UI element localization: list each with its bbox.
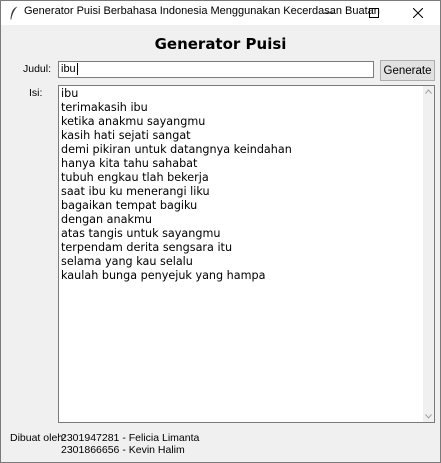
poem-line: demi pikiran untuk datangnya keindahan [61, 143, 292, 156]
scroll-down-icon[interactable] [425, 414, 432, 419]
credits-label: Dibuat oleh: [10, 432, 67, 444]
generate-button[interactable]: Generate [380, 60, 435, 81]
author-line: 2301947281 - Felicia Limanta [61, 432, 200, 444]
close-icon [413, 8, 423, 18]
poem-line: saat ibu ku menerangi liku [61, 185, 210, 198]
judul-label: Judul: [23, 63, 52, 75]
judul-input[interactable]: ibu [58, 61, 374, 78]
feather-icon [10, 6, 18, 20]
close-button[interactable] [396, 1, 440, 25]
maximize-button[interactable] [352, 1, 396, 25]
author-line: 2301866656 - Kevin Halim [61, 444, 185, 456]
app-window: Generator Puisi Berbahasa Indonesia Meng… [0, 0, 441, 463]
poem-line: tubuh engkau tlah bekerja [61, 171, 209, 184]
poem-line: kasih hati sejati sangat [61, 129, 191, 142]
page-title: Generator Puisi [154, 35, 287, 53]
minimize-button[interactable] [307, 1, 351, 25]
poem-line: ibu [61, 87, 79, 100]
poem-line: bagaikan tempat bagiku [61, 199, 198, 212]
isi-label: Isi: [29, 87, 43, 99]
scroll-up-icon[interactable] [425, 89, 432, 94]
poem-line: terpendam derita sengsara itu [61, 241, 233, 254]
credits: 2301947281 - Felicia Limanta 2301866656 … [61, 432, 199, 456]
text-caret [76, 63, 78, 76]
poem-textarea[interactable]: ibu terimakasih ibu ketika anakmu sayangmu… [58, 85, 435, 423]
poem-line: atas tangis untuk sayangmu [61, 227, 221, 240]
minimize-icon [324, 12, 334, 14]
poem-line: terimakasih ibu [61, 101, 148, 114]
poem-line: selama yang kau selalu [61, 255, 193, 268]
poem-line: ketika anakmu sayangmu [61, 115, 206, 128]
poem-line: dengan anakmu [61, 213, 152, 226]
poem-line: hanya kita tahu sahabat [61, 157, 198, 170]
title-bar[interactable]: Generator Puisi Berbahasa Indonesia Meng… [1, 1, 440, 25]
poem-line: kaulah bunga penyejuk yang hampa [61, 269, 266, 282]
poem-scrollbar[interactable] [423, 86, 434, 422]
poem-lines: ibu terimakasih ibu ketika anakmu sayangmu… [61, 87, 292, 283]
judul-input-value: ibu [61, 63, 76, 75]
maximize-icon [369, 8, 379, 18]
